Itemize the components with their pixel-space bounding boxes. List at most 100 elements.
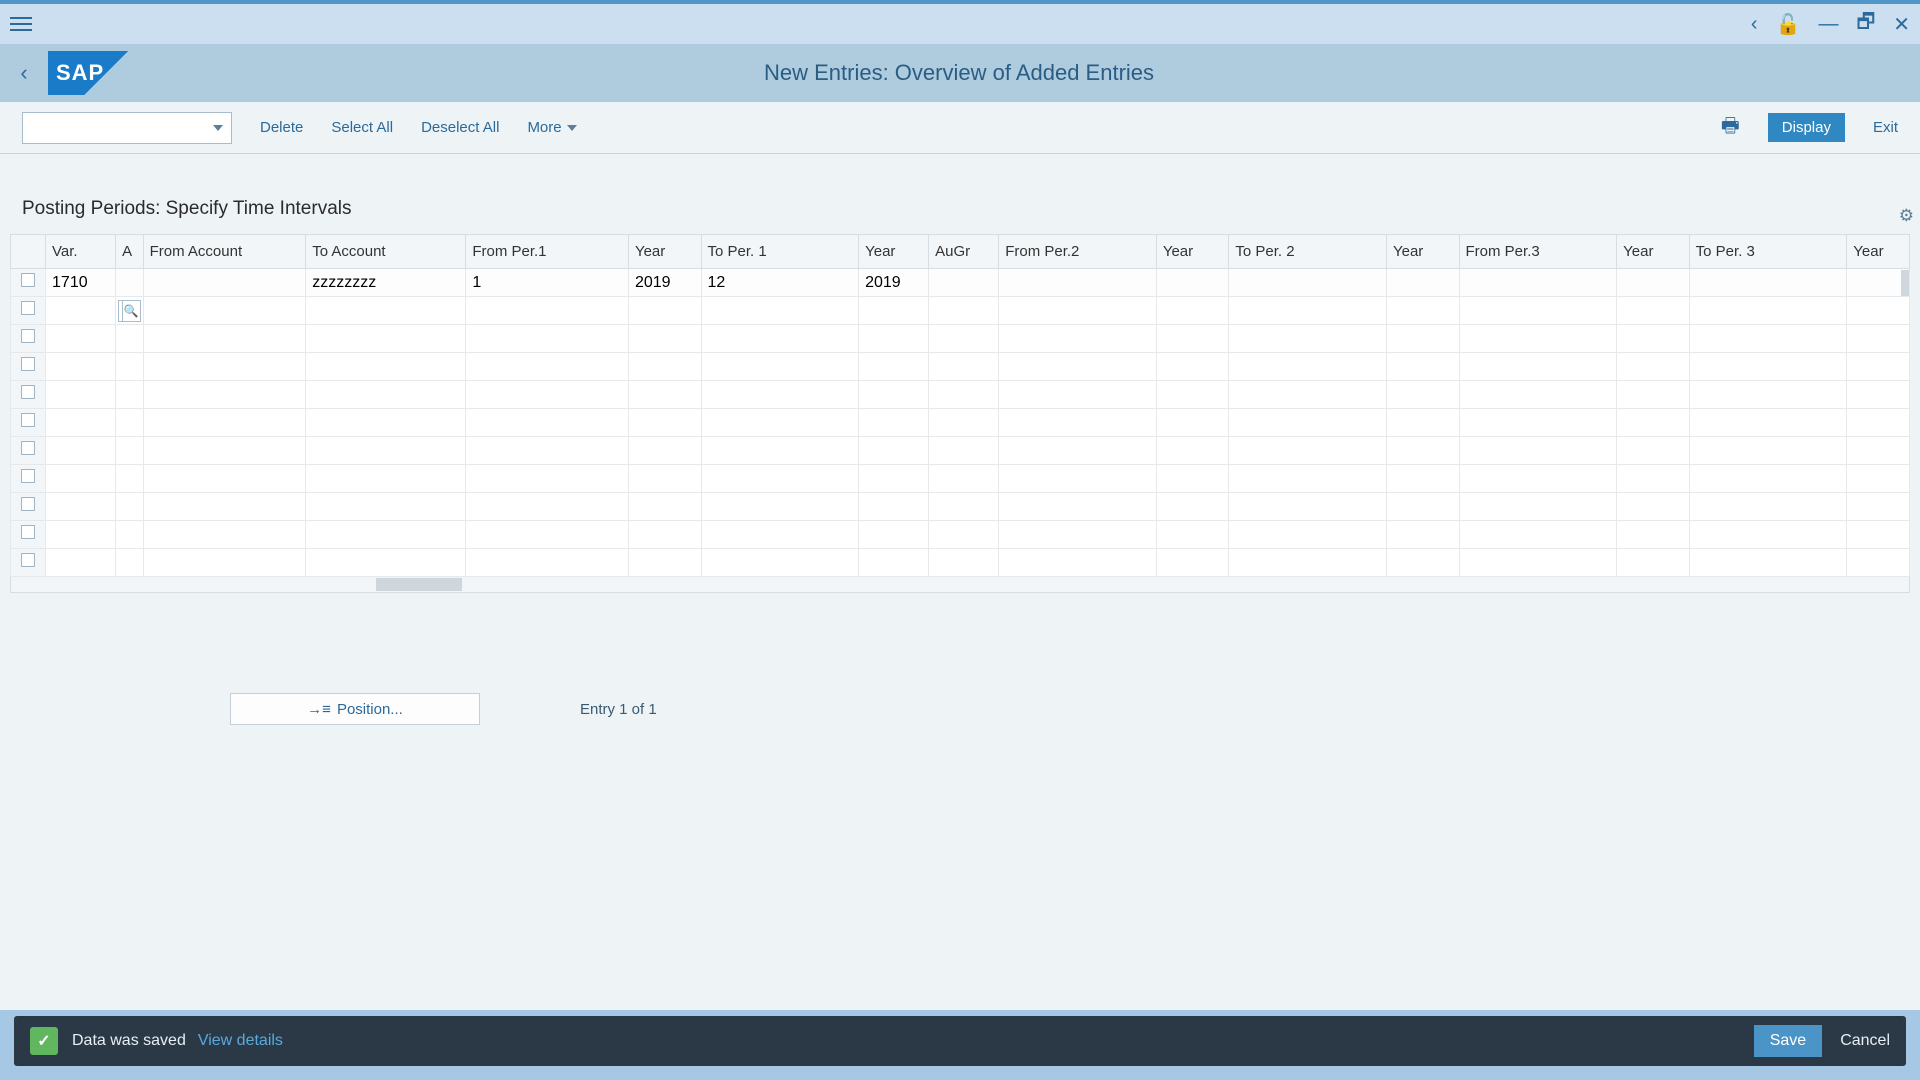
cell-year2a[interactable] — [1156, 549, 1229, 577]
cell-a[interactable] — [116, 521, 144, 549]
cell-year2b[interactable] — [1386, 381, 1459, 409]
minimize-icon[interactable]: — — [1818, 13, 1838, 36]
cell-year1b[interactable] — [859, 409, 929, 437]
view-details-link[interactable]: View details — [198, 1032, 283, 1050]
cell-year3b[interactable] — [1847, 465, 1910, 493]
cell-from_acct[interactable] — [143, 521, 306, 549]
position-button[interactable]: →≡ Position... — [230, 693, 480, 725]
column-header-to_per1[interactable]: To Per. 1 — [701, 235, 859, 269]
cell-year2b[interactable] — [1386, 465, 1459, 493]
cell-year1b[interactable] — [859, 521, 929, 549]
cell-year3b[interactable] — [1847, 353, 1910, 381]
column-header-year2a[interactable]: Year — [1156, 235, 1229, 269]
cell-to_per1[interactable] — [701, 437, 859, 465]
cell-a[interactable]: 🔍 — [116, 297, 144, 325]
cell-year1b[interactable] — [859, 493, 929, 521]
row-select-cell[interactable] — [11, 465, 46, 493]
cell-year1a[interactable] — [628, 437, 701, 465]
cell-to_acct[interactable] — [306, 521, 466, 549]
cell-from_per1[interactable] — [466, 437, 629, 465]
cell-from_per1[interactable] — [466, 381, 629, 409]
cell-a[interactable] — [116, 465, 144, 493]
cell-augr[interactable] — [929, 381, 999, 409]
cell-to_per2[interactable] — [1229, 297, 1387, 325]
menu-icon[interactable] — [10, 13, 32, 35]
row-select-cell[interactable] — [11, 325, 46, 353]
table-row[interactable]: 🔍 — [11, 297, 1910, 325]
cell-from_per3[interactable] — [1459, 521, 1617, 549]
cell-from_per3[interactable] — [1459, 493, 1617, 521]
cell-year2a[interactable] — [1156, 353, 1229, 381]
cell-to_per1[interactable] — [701, 549, 859, 577]
cell-from_per1[interactable] — [466, 325, 629, 353]
cell-year1a[interactable] — [628, 353, 701, 381]
cell-a[interactable] — [116, 325, 144, 353]
cell-from_per2[interactable] — [999, 353, 1157, 381]
cell-to_per1[interactable] — [701, 493, 859, 521]
cell-to_per3[interactable] — [1689, 269, 1847, 297]
cell-to_per2[interactable] — [1229, 381, 1387, 409]
cell-from_per2[interactable] — [999, 269, 1157, 297]
cell-to_per3[interactable] — [1689, 465, 1847, 493]
cell-year2a[interactable] — [1156, 465, 1229, 493]
cell-year3a[interactable] — [1617, 353, 1690, 381]
cell-var[interactable] — [46, 297, 116, 325]
column-header-to_acct[interactable]: To Account — [306, 235, 466, 269]
cell-year1a[interactable] — [628, 409, 701, 437]
cell-to_acct[interactable] — [306, 381, 466, 409]
cell-augr[interactable] — [929, 549, 999, 577]
cell-year3b[interactable] — [1847, 381, 1910, 409]
cell-from_per1[interactable] — [466, 353, 629, 381]
cell-augr[interactable] — [929, 269, 999, 297]
cell-to_per2[interactable] — [1229, 409, 1387, 437]
cell-augr[interactable] — [929, 521, 999, 549]
exit-button[interactable]: Exit — [1873, 119, 1898, 136]
cell-to_per2[interactable] — [1229, 269, 1387, 297]
cell-from_per1[interactable] — [466, 493, 629, 521]
cell-to_per3[interactable] — [1689, 353, 1847, 381]
cell-augr[interactable] — [929, 493, 999, 521]
row-select-cell[interactable] — [11, 437, 46, 465]
cell-year2b[interactable] — [1386, 353, 1459, 381]
cell-to_acct[interactable] — [306, 325, 466, 353]
column-header-augr[interactable]: AuGr — [929, 235, 999, 269]
cell-augr[interactable] — [929, 325, 999, 353]
cell-from_acct[interactable] — [143, 409, 306, 437]
cell-from_acct[interactable] — [143, 465, 306, 493]
cell-year1a[interactable] — [628, 549, 701, 577]
cell-to_per1[interactable] — [701, 297, 859, 325]
cell-from_acct[interactable] — [143, 493, 306, 521]
close-icon[interactable]: ✕ — [1893, 12, 1910, 37]
cell-a[interactable] — [116, 549, 144, 577]
cell-to_per3[interactable] — [1689, 493, 1847, 521]
cell-year1b[interactable] — [859, 381, 929, 409]
cell-year3a[interactable] — [1617, 549, 1690, 577]
cell-year3a[interactable] — [1617, 409, 1690, 437]
delete-button[interactable]: Delete — [260, 119, 303, 136]
column-header-year3a[interactable]: Year — [1617, 235, 1690, 269]
cell-from_per2[interactable] — [999, 549, 1157, 577]
column-header-year2b[interactable]: Year — [1386, 235, 1459, 269]
cell-to_per2[interactable] — [1229, 437, 1387, 465]
row-select-cell[interactable] — [11, 409, 46, 437]
cell-year3a[interactable] — [1617, 465, 1690, 493]
vertical-scrollbar-thumb[interactable] — [1901, 270, 1909, 296]
cell-year1b[interactable] — [859, 465, 929, 493]
cell-year3a[interactable] — [1617, 297, 1690, 325]
cell-to_per1[interactable] — [701, 381, 859, 409]
table-row[interactable] — [11, 437, 1910, 465]
cell-year3b[interactable] — [1847, 297, 1910, 325]
cell-from_per3[interactable] — [1459, 297, 1617, 325]
lock-icon[interactable]: 🔓 — [1776, 12, 1801, 37]
cell-year3a[interactable] — [1617, 325, 1690, 353]
cell-a[interactable] — [116, 409, 144, 437]
cell-year2b[interactable] — [1386, 409, 1459, 437]
checkbox-icon[interactable] — [21, 553, 35, 567]
display-button[interactable]: Display — [1768, 113, 1845, 142]
cell-year1b[interactable] — [859, 549, 929, 577]
cell-to_acct[interactable] — [306, 297, 466, 325]
cell-from_per3[interactable] — [1459, 465, 1617, 493]
cell-year1a[interactable] — [628, 381, 701, 409]
cell-from_per3[interactable] — [1459, 269, 1617, 297]
cell-var[interactable] — [46, 353, 116, 381]
